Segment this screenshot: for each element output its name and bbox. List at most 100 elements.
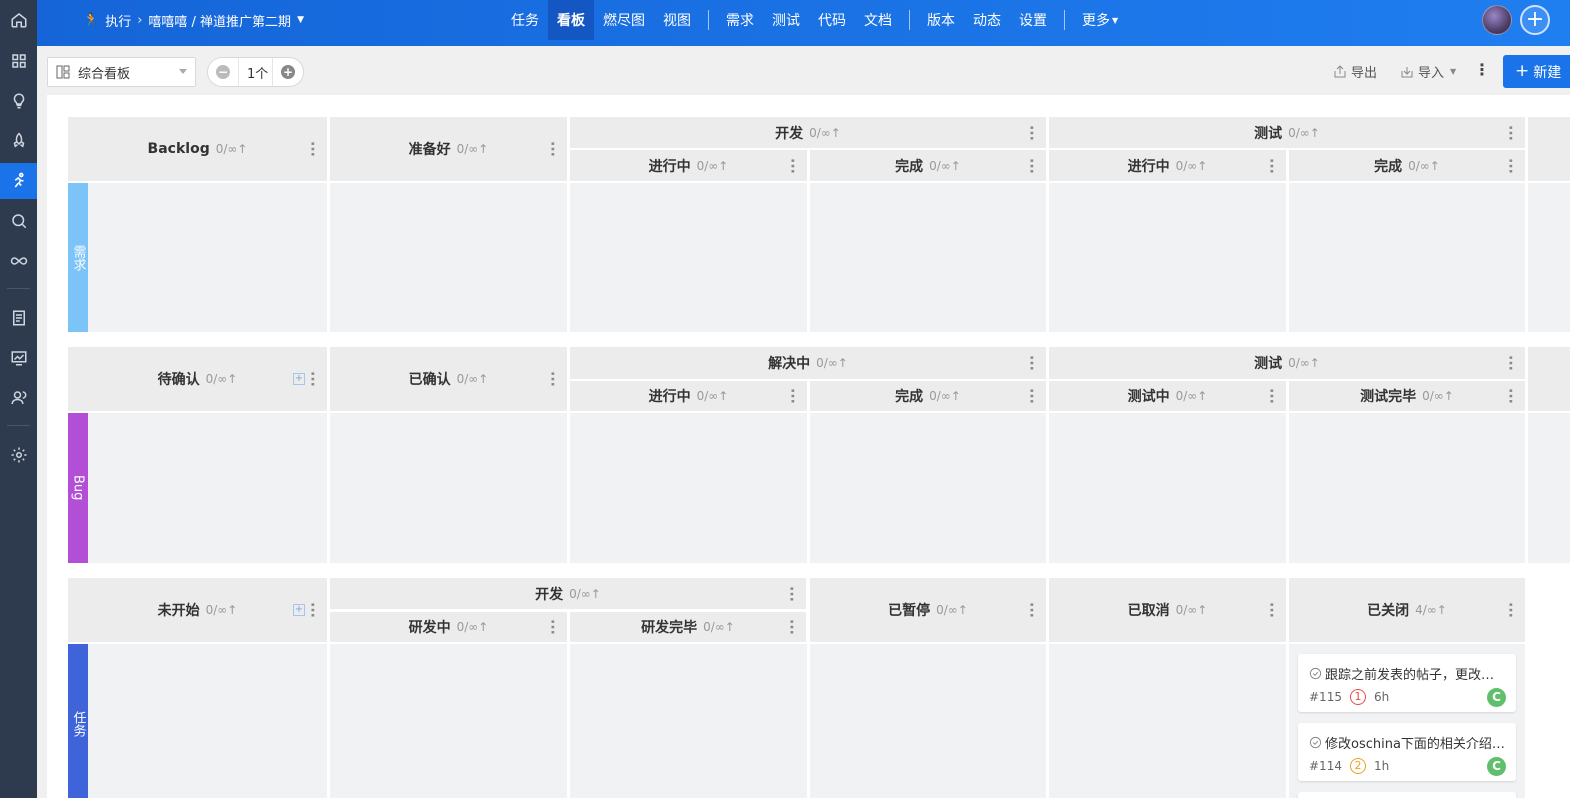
column-header[interactable]: 测试 0/∞↑ ··· bbox=[1049, 117, 1525, 148]
column-menu-icon[interactable]: ··· bbox=[544, 619, 560, 635]
column-menu-icon[interactable]: ··· bbox=[1263, 158, 1279, 174]
column-header[interactable]: 测试中 0/∞↑ ··· bbox=[1049, 381, 1286, 411]
column-header[interactable]: 进行中 0/∞↑ ··· bbox=[570, 381, 807, 411]
column-header[interactable]: 进行中 0/∞↑ ··· bbox=[1049, 150, 1286, 181]
nav-more[interactable]: 更多 ▼ bbox=[1073, 0, 1127, 40]
wip-limit[interactable]: 0/∞↑ bbox=[1176, 603, 1208, 617]
users-icon[interactable] bbox=[0, 380, 37, 416]
column-header[interactable]: 准备好 0/∞↑ ··· bbox=[330, 117, 567, 181]
wip-limit[interactable]: 0/∞↑ bbox=[929, 389, 961, 403]
wip-limit[interactable]: 0/∞↑ bbox=[216, 142, 248, 156]
wip-limit[interactable]: 4/∞↑ bbox=[1415, 603, 1447, 617]
column-menu-icon[interactable]: ··· bbox=[1502, 388, 1518, 404]
nav-doc[interactable]: 文档 bbox=[855, 0, 901, 40]
project-switcher[interactable]: 嘻嘻嘻 / 禅道推广第二期 bbox=[148, 11, 291, 30]
global-add-button[interactable]: + bbox=[1520, 5, 1550, 35]
lane-cell[interactable] bbox=[570, 413, 807, 563]
lane-cell[interactable] bbox=[1049, 183, 1286, 332]
nav-dynamic[interactable]: 动态 bbox=[964, 0, 1010, 40]
wip-limit[interactable]: 0/∞↑ bbox=[936, 603, 968, 617]
wip-limit[interactable]: 0/∞↑ bbox=[1288, 126, 1320, 140]
wip-limit[interactable]: 0/∞↑ bbox=[457, 142, 489, 156]
column-header[interactable]: 未开始 0/∞↑ + ··· bbox=[68, 578, 327, 642]
new-button[interactable]: + 新建 bbox=[1503, 55, 1570, 88]
wip-limit[interactable]: 0/∞↑ bbox=[1176, 159, 1208, 173]
column-header[interactable]: 解决中 0/∞↑ ··· bbox=[570, 347, 1046, 379]
column-menu-icon[interactable]: ··· bbox=[1263, 388, 1279, 404]
lane-cell[interactable] bbox=[810, 644, 1046, 798]
board-select[interactable]: 综合看板 bbox=[47, 57, 196, 87]
wip-limit[interactable]: 0/∞↑ bbox=[1288, 356, 1320, 370]
column-menu-icon[interactable]: ··· bbox=[783, 586, 799, 602]
lane-cell[interactable] bbox=[570, 183, 807, 332]
wip-limit[interactable]: 0/∞↑ bbox=[1176, 389, 1208, 403]
stepper-value[interactable]: 1个 bbox=[238, 58, 273, 86]
column-header[interactable]: 完成 0/∞↑ ··· bbox=[810, 150, 1046, 181]
avatar[interactable]: C bbox=[1487, 757, 1506, 776]
task-card[interactable]: 跟踪之前发表的帖子，更改… #115 1 6h C bbox=[1298, 654, 1516, 712]
column-header[interactable]: 已确认 0/∞↑ ··· bbox=[330, 347, 567, 411]
lane-label[interactable]: Bug bbox=[68, 413, 88, 563]
column-menu-icon[interactable]: ··· bbox=[1502, 355, 1518, 371]
wip-limit[interactable]: 0/∞↑ bbox=[697, 389, 729, 403]
lane-label[interactable]: 需求 bbox=[68, 183, 88, 332]
lane-cell[interactable] bbox=[1289, 413, 1525, 563]
column-menu-icon[interactable]: ··· bbox=[784, 158, 800, 174]
nav-story[interactable]: 需求 bbox=[717, 0, 763, 40]
column-header[interactable]: 待确认 0/∞↑ + ··· bbox=[68, 347, 327, 411]
lane-cell[interactable] bbox=[330, 183, 567, 332]
column-header[interactable]: 完成 0/∞↑ ··· bbox=[1289, 150, 1525, 181]
lane-label[interactable]: 任务 bbox=[68, 644, 88, 798]
nav-test[interactable]: 测试 bbox=[763, 0, 809, 40]
column-header[interactable]: Backlog 0/∞↑ ··· bbox=[68, 117, 327, 181]
column-menu-icon[interactable]: ··· bbox=[544, 141, 560, 157]
column-header[interactable]: 开发 0/∞↑ ··· bbox=[330, 578, 806, 609]
export-button[interactable]: 导出 bbox=[1333, 62, 1377, 81]
column-menu-icon[interactable]: ··· bbox=[783, 619, 799, 635]
lane-cell[interactable] bbox=[1049, 413, 1286, 563]
search-bug-icon[interactable] bbox=[0, 203, 37, 239]
wip-limit[interactable]: 0/∞↑ bbox=[569, 587, 601, 601]
nav-kanban[interactable]: 看板 bbox=[548, 0, 594, 40]
column-menu-icon[interactable]: ··· bbox=[1023, 158, 1039, 174]
lane-cell[interactable] bbox=[810, 183, 1046, 332]
column-header[interactable]: 已取消 0/∞↑ ··· bbox=[1049, 578, 1286, 642]
column-header[interactable]: 测试 0/∞↑ ··· bbox=[1049, 347, 1525, 379]
home-icon[interactable] bbox=[0, 2, 37, 38]
column-header[interactable]: 已暂停 0/∞↑ ··· bbox=[810, 578, 1046, 642]
wip-limit[interactable]: 0/∞↑ bbox=[809, 126, 841, 140]
nav-task[interactable]: 任务 bbox=[502, 0, 548, 40]
module-link[interactable]: 执行 bbox=[105, 11, 131, 30]
wip-limit[interactable]: 0/∞↑ bbox=[816, 356, 848, 370]
column-header[interactable]: 完成 0/∞↑ ··· bbox=[810, 381, 1046, 411]
lane-cell[interactable] bbox=[1289, 183, 1525, 332]
lane-cell[interactable] bbox=[1528, 413, 1570, 563]
column-menu-icon[interactable]: ··· bbox=[784, 388, 800, 404]
runner-icon[interactable] bbox=[0, 163, 37, 199]
lane-cell[interactable] bbox=[88, 413, 327, 563]
column-menu-icon[interactable]: ··· bbox=[1023, 602, 1039, 618]
wip-limit[interactable]: 0/∞↑ bbox=[697, 159, 729, 173]
wip-limit[interactable]: 0/∞↑ bbox=[457, 372, 489, 386]
lane-cell[interactable] bbox=[810, 413, 1046, 563]
lane-cell[interactable] bbox=[1528, 183, 1570, 332]
nav-view[interactable]: 视图 bbox=[654, 0, 700, 40]
column-header[interactable]: 研发完毕 0/∞↑ ··· bbox=[570, 612, 806, 642]
list-doc-icon[interactable] bbox=[0, 300, 37, 336]
lane-cell[interactable] bbox=[88, 183, 327, 332]
wip-limit[interactable]: 0/∞↑ bbox=[703, 620, 735, 634]
column-header[interactable]: 已关闭 4/∞↑ ··· bbox=[1289, 578, 1525, 642]
wip-limit[interactable]: 0/∞↑ bbox=[206, 372, 238, 386]
column-menu-icon[interactable]: ··· bbox=[1502, 602, 1518, 618]
grid-icon[interactable] bbox=[0, 43, 37, 79]
lane-cell[interactable] bbox=[570, 644, 807, 798]
column-header[interactable]: 开发 0/∞↑ ··· bbox=[570, 117, 1046, 148]
lane-cell[interactable] bbox=[330, 644, 567, 798]
lane-cell[interactable] bbox=[330, 413, 567, 563]
avatar[interactable] bbox=[1482, 5, 1512, 35]
column-menu-icon[interactable]: ··· bbox=[544, 371, 560, 387]
nav-settings[interactable]: 设置 bbox=[1010, 0, 1056, 40]
column-menu-icon[interactable]: ··· bbox=[1023, 388, 1039, 404]
increase-button[interactable]: + bbox=[273, 58, 303, 86]
wip-limit[interactable]: 0/∞↑ bbox=[1422, 389, 1454, 403]
